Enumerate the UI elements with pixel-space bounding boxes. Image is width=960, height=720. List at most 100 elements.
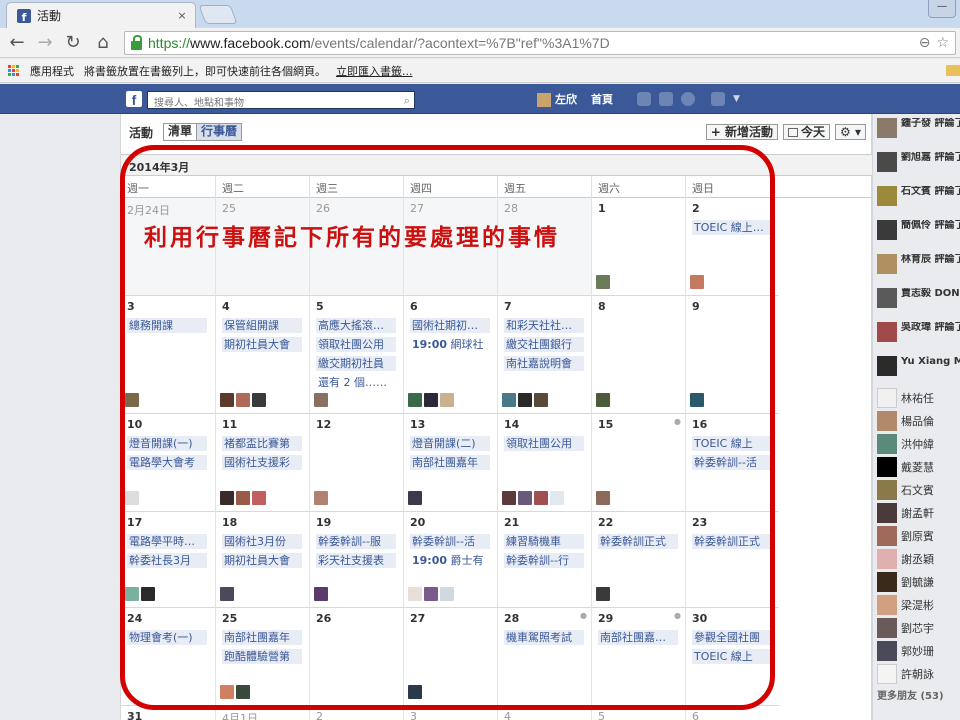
attendee-avatar[interactable] bbox=[314, 393, 328, 407]
attendee-avatar[interactable] bbox=[236, 685, 250, 699]
attendee-avatar[interactable] bbox=[314, 587, 328, 601]
chat-friend[interactable]: 梁湜彬 bbox=[873, 593, 960, 616]
event-item[interactable]: 國術社3月份 bbox=[222, 534, 302, 549]
day-cell[interactable]: 9 bbox=[685, 296, 779, 414]
settings-gear-button[interactable]: ⚙ ▾ bbox=[835, 124, 866, 140]
ticker-item[interactable]: 簡佩伶 評論了 相片 bbox=[873, 216, 960, 250]
event-item[interactable]: TOEIC 線上 bbox=[692, 649, 772, 664]
day-cell[interactable]: 31 bbox=[121, 706, 215, 720]
browser-tab[interactable]: f 活動 × bbox=[6, 2, 196, 28]
facebook-logo-icon[interactable]: f bbox=[126, 91, 142, 108]
day-cell[interactable]: 23 幹委幹訓正式 bbox=[685, 512, 779, 608]
chat-friend[interactable]: 謝孟軒 bbox=[873, 501, 960, 524]
notifications-globe-icon[interactable] bbox=[681, 92, 695, 106]
event-item[interactable]: TOEIC 線上 bbox=[692, 436, 772, 451]
attendee-avatar[interactable] bbox=[236, 393, 250, 407]
day-cell[interactable]: 4月1日 bbox=[215, 706, 309, 720]
event-item[interactable]: 幹委幹訓--活 bbox=[410, 534, 490, 549]
create-event-button[interactable]: + 新增活動 bbox=[705, 124, 779, 140]
day-cell[interactable]: 5 高應大搖滾音樂 領取社團公用 繳交期初社員 還有 2 個…… bbox=[309, 296, 403, 414]
apps-link[interactable]: 應用程式 bbox=[30, 63, 74, 79]
event-item[interactable]: 高應大搖滾音樂 bbox=[316, 318, 396, 333]
more-events-link[interactable]: 還有 2 個…… bbox=[316, 375, 396, 390]
event-item[interactable]: 幹委社長3月 bbox=[127, 553, 207, 568]
day-cell[interactable]: 19 幹委幹訓--服 彩天社支援表 bbox=[309, 512, 403, 608]
forward-arrow-icon[interactable]: → bbox=[34, 32, 56, 54]
attendee-avatar[interactable] bbox=[502, 393, 516, 407]
attendee-avatar[interactable] bbox=[690, 275, 704, 289]
event-item[interactable]: 物理會考(一) bbox=[127, 630, 207, 645]
day-cell[interactable]: 4 bbox=[497, 706, 591, 720]
day-cell[interactable]: 27 bbox=[403, 608, 497, 706]
event-item[interactable]: 領取社團公用 bbox=[316, 337, 396, 352]
event-item[interactable]: 幹委幹訓正式 bbox=[692, 534, 772, 549]
folder-icon[interactable] bbox=[946, 65, 960, 76]
address-bar[interactable]: https://www.facebook.com/events/calendar… bbox=[124, 31, 956, 55]
chat-friend[interactable]: 劉原賓 bbox=[873, 524, 960, 547]
privacy-shortcuts-icon[interactable] bbox=[711, 92, 725, 106]
event-item[interactable]: 燈音開課(二) bbox=[410, 436, 490, 451]
attendee-avatar[interactable] bbox=[408, 393, 422, 407]
event-item[interactable]: 期初社員大會 bbox=[222, 337, 302, 352]
attendee-avatar[interactable] bbox=[252, 393, 266, 407]
chat-friend[interactable]: 劉芯宇 bbox=[873, 616, 960, 639]
day-cell[interactable]: 25 南部社團嘉年 跑酷體驗營第 bbox=[215, 608, 309, 706]
chat-friend[interactable]: 林祐任 bbox=[873, 386, 960, 409]
attendee-avatar[interactable] bbox=[518, 393, 532, 407]
search-icon[interactable]: ⌕ bbox=[404, 94, 410, 108]
event-item[interactable]: 南部社團嘉年 bbox=[410, 455, 490, 470]
account-menu-chevron-down-icon[interactable]: ▼ bbox=[733, 92, 740, 106]
attendee-avatar[interactable] bbox=[252, 491, 266, 505]
event-item[interactable]: TOEIC 線上幹訓宣傳 bbox=[692, 220, 772, 235]
today-button[interactable]: 今天 bbox=[783, 124, 831, 140]
attendee-avatar[interactable] bbox=[440, 587, 454, 601]
event-item[interactable]: 19:00 爵士有 bbox=[410, 553, 490, 568]
event-item[interactable]: 燈音開課(一) bbox=[127, 436, 207, 451]
attendee-avatar[interactable] bbox=[440, 393, 454, 407]
attendee-avatar[interactable] bbox=[596, 491, 610, 505]
day-cell[interactable]: 2 TOEIC 線上幹訓宣傳 bbox=[685, 198, 779, 296]
attendee-avatar[interactable] bbox=[220, 685, 234, 699]
messages-icon[interactable] bbox=[659, 92, 673, 106]
event-item[interactable]: 和彩天社社長會 bbox=[504, 318, 584, 333]
chat-friend[interactable]: 楊品倫 bbox=[873, 409, 960, 432]
day-cell[interactable]: 26 bbox=[309, 608, 403, 706]
day-cell[interactable]: 7 和彩天社社長會 繳交社團銀行 南社嘉說明會 bbox=[497, 296, 591, 414]
attendee-avatar[interactable] bbox=[424, 587, 438, 601]
attendee-avatar[interactable] bbox=[125, 587, 139, 601]
attendee-avatar[interactable] bbox=[424, 393, 438, 407]
day-cell[interactable]: 2 bbox=[309, 706, 403, 720]
chat-friend[interactable]: 郭妙珊 bbox=[873, 639, 960, 662]
event-item[interactable]: 褚都盃比賽第 bbox=[222, 436, 302, 451]
attendee-avatar[interactable] bbox=[690, 393, 704, 407]
event-item[interactable]: 國術社期初社員 bbox=[410, 318, 490, 333]
day-cell[interactable]: 6 國術社期初社員 19:00 網球社 bbox=[403, 296, 497, 414]
url-text[interactable]: https://www.facebook.com/events/calendar… bbox=[148, 35, 919, 51]
bookmark-star-icon[interactable]: ☆ bbox=[936, 35, 949, 51]
event-item[interactable]: 繳交社團銀行 bbox=[504, 337, 584, 352]
attendee-avatar[interactable] bbox=[408, 491, 422, 505]
attendee-avatar[interactable] bbox=[596, 275, 610, 289]
attendee-avatar[interactable] bbox=[518, 491, 532, 505]
attendee-avatar[interactable] bbox=[534, 393, 548, 407]
ticker-item[interactable]: 石文賓 評論了 bbox=[873, 182, 960, 216]
attendee-avatar[interactable] bbox=[596, 393, 610, 407]
day-cell[interactable]: 30 參觀全國社團 TOEIC 線上 bbox=[685, 608, 779, 706]
window-minimize-button[interactable]: — bbox=[928, 0, 956, 18]
event-item[interactable]: 期初社員大會 bbox=[222, 553, 302, 568]
attendee-avatar[interactable] bbox=[408, 685, 422, 699]
event-item[interactable]: 彩天社支援表 bbox=[316, 553, 396, 568]
event-item[interactable]: 電路學平時小考 bbox=[127, 534, 207, 549]
facebook-search-input[interactable]: 搜尋人、地點和事物 ⌕ bbox=[147, 91, 415, 109]
attendee-avatar[interactable] bbox=[236, 491, 250, 505]
day-cell[interactable]: 5 bbox=[591, 706, 685, 720]
ticker-item[interactable]: 林育辰 評論了 連結 bbox=[873, 250, 960, 284]
day-cell[interactable]: 22 幹委幹訓正式 bbox=[591, 512, 685, 608]
apps-grid-icon[interactable] bbox=[8, 64, 20, 77]
home-icon[interactable]: ⌂ bbox=[92, 32, 114, 54]
event-item[interactable]: 南部社團嘉年華 bbox=[598, 630, 678, 645]
attendee-avatar[interactable] bbox=[125, 393, 139, 407]
reload-icon[interactable]: ↻ bbox=[62, 32, 84, 54]
day-cell[interactable]: 16 TOEIC 線上 幹委幹訓--活 bbox=[685, 414, 779, 512]
more-friends-label[interactable]: 更多朋友 (53) bbox=[873, 687, 960, 702]
